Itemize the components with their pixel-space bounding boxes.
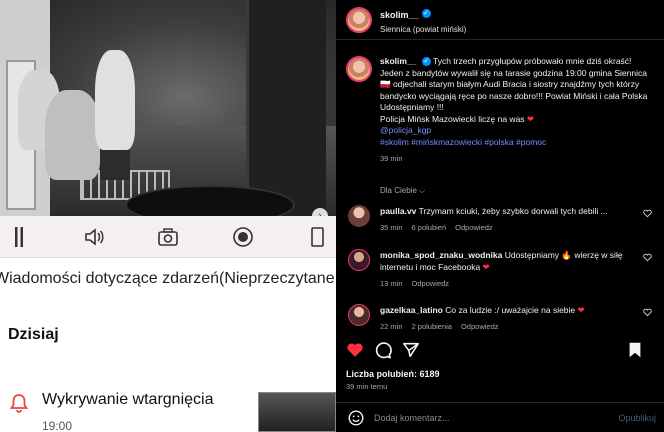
red-heart-icon: ❤: [526, 113, 535, 124]
comment-username[interactable]: gazelkaa_latino: [380, 305, 443, 315]
caption-username[interactable]: skolim__: [380, 56, 416, 66]
location[interactable]: Siennica (powiat miński): [380, 25, 466, 34]
pause-icon: [6, 224, 32, 250]
event-time: 19:00: [42, 419, 73, 432]
avatar[interactable]: [346, 56, 372, 82]
avatar[interactable]: [348, 205, 370, 227]
mention-link[interactable]: @policja_kgp: [380, 125, 431, 135]
avatar[interactable]: [346, 6, 372, 33]
comment: gazelkaa_latino Co za ludzie :/ uważajci…: [346, 304, 658, 333]
comment-username[interactable]: paulla.vv: [380, 206, 416, 216]
comment-time: 13 min: [380, 279, 403, 288]
rotate-icon: [304, 224, 330, 250]
cctv-image: ›: [0, 0, 336, 216]
camera-toolbar: [0, 216, 336, 258]
like-comment-heart-icon[interactable]: [643, 308, 652, 317]
comment-icon[interactable]: [374, 341, 392, 359]
post-header: skolim__ ✓ Siennica (powiat miński): [336, 0, 664, 40]
comment-time: 22 min: [380, 322, 403, 331]
publish-button[interactable]: Opublikuj: [618, 413, 656, 423]
comment-text: Udostępniamy: [504, 250, 562, 260]
event-item: Wykrywanie wtargnięcia 19:00: [10, 391, 213, 432]
fire-icon: 🔥: [561, 250, 573, 260]
share-icon[interactable]: [402, 341, 420, 359]
post-time: 39 min: [380, 154, 403, 163]
screen: › Wiadomości dotyczące zdarzeń(Nieprzecz…: [0, 0, 664, 432]
reply-button[interactable]: Odpowiedz: [412, 279, 450, 288]
reply-button[interactable]: Odpowiedz: [461, 322, 499, 331]
hashtags[interactable]: #skolim #mińskmazowiecki #polska #pomoc: [380, 137, 546, 147]
comment-likes[interactable]: 2 polubienia: [412, 322, 452, 331]
caption-text: Tych trzech przygłupów próbowało mnie dz…: [380, 56, 647, 78]
like-heart-icon[interactable]: [346, 341, 364, 359]
bookmark-icon[interactable]: [626, 341, 644, 359]
post-caption: skolim__ ✓ Tych trzech przygłupów próbow…: [346, 56, 656, 165]
poland-flag-icon: 🇵🇱: [380, 79, 391, 89]
caption-text: odjechali starym białym Audi Bracia i si…: [380, 79, 648, 112]
person: [45, 90, 100, 180]
red-heart-icon: ❤: [482, 262, 490, 272]
post-media[interactable]: › Wiadomości dotyczące zdarzeń(Nieprzecz…: [0, 0, 336, 432]
comment: paulla.vv Trzymam kciuki, żeby szybko do…: [346, 205, 658, 234]
likes-count[interactable]: Liczba polubień: 6189: [346, 369, 440, 379]
username[interactable]: skolim__: [380, 10, 419, 20]
verified-badge-icon: ✓: [421, 9, 431, 19]
avatar[interactable]: [348, 304, 370, 326]
red-heart-icon: ❤: [577, 305, 585, 315]
comment-text: Co za ludzie :/ uważajcie na siebie: [445, 305, 578, 315]
record-icon: [230, 224, 256, 250]
tree: [246, 0, 326, 216]
comment-username[interactable]: monika_spod_znaku_wodnika: [380, 250, 502, 260]
comment-text: Trzymam kciuki, żeby szybko dorwali tych…: [418, 206, 608, 216]
like-comment-heart-icon[interactable]: [643, 209, 652, 218]
comment-input[interactable]: [374, 412, 614, 423]
news-title: Wiadomości dotyczące zdarzeń(Nieprzeczyt…: [0, 270, 335, 287]
posted-ago: 39 min temu: [346, 382, 388, 391]
post-actions: [346, 340, 658, 360]
event-thumbnail: [258, 392, 336, 432]
event-name: Wykrywanie wtargnięcia: [42, 391, 214, 408]
verified-badge-icon: ✓: [421, 57, 431, 67]
chevron-down-icon: ⌵: [419, 186, 426, 195]
avatar[interactable]: [348, 249, 370, 271]
phone-screenshot: Wiadomości dotyczące zdarzeń(Nieprzeczyt…: [0, 216, 336, 432]
comment: monika_spod_znaku_wodnika Udostępniamy 🔥…: [346, 249, 658, 290]
caption-text: Policja Mińsk Mazowiecki liczę na was: [380, 113, 527, 124]
volume-icon: [81, 224, 107, 250]
section-today: Dzisiaj: [8, 326, 59, 343]
comment-likes[interactable]: 6 polubień: [412, 223, 447, 232]
alarm-bell-icon: [10, 394, 28, 413]
post-panel: skolim__ ✓ Siennica (powiat miński) skoli…: [336, 0, 664, 432]
like-comment-heart-icon[interactable]: [643, 253, 652, 262]
comment-time: 35 min: [380, 223, 403, 232]
emoji-icon[interactable]: [348, 409, 364, 426]
add-comment-bar: Opublikuj: [336, 402, 664, 432]
reply-button[interactable]: Odpowiedz: [455, 223, 493, 232]
camera-icon: [155, 224, 181, 250]
person: [95, 50, 135, 150]
for-you-filter[interactable]: Dla Ciebie ⌵: [380, 186, 425, 196]
